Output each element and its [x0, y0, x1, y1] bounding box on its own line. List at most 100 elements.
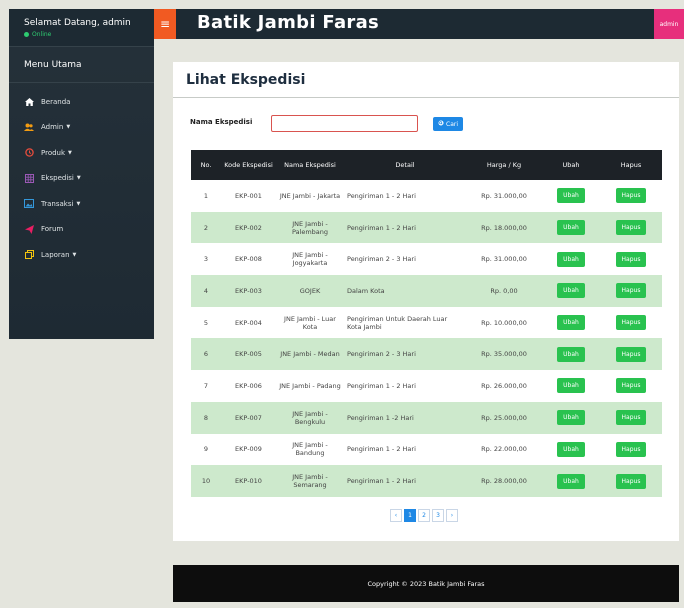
edit-button[interactable]: Ubah [557, 346, 585, 362]
user-menu-button[interactable]: admin [654, 9, 684, 39]
sidebar-item-label: Beranda [41, 97, 71, 106]
user-greeting: Selamat Datang, admin [24, 18, 131, 28]
sidebar-item-label: Ekspedisi [41, 174, 74, 183]
table-row: 7 EKP-006 JNE Jambi - Padang Pengiriman 1 -… [191, 370, 662, 402]
brand-title: Batik Jambi Faras [197, 12, 380, 33]
cell-action: Ubah [542, 401, 600, 434]
sidebar-item-transaksi[interactable]: Transaksi ▼ [9, 191, 154, 217]
delete-button[interactable]: Hapus [615, 378, 647, 394]
cell-detail: Pengiriman 1 - 2 Hari [344, 433, 466, 466]
edit-button[interactable]: Ubah [557, 251, 585, 267]
cell-nama: JNE Jambi - Bengkulu [276, 401, 344, 434]
cell-no: 10 [191, 465, 221, 497]
grid-icon [24, 173, 34, 183]
cell-action: Hapus [600, 465, 662, 497]
menu-header: Menu Utama [9, 47, 154, 83]
delete-button[interactable]: Hapus [615, 188, 647, 204]
delete-button[interactable]: Hapus [615, 220, 647, 236]
caret-down-icon: ▼ [76, 200, 81, 207]
content-box: Lihat Ekspedisi Nama Ekspedisi Cari No. … [173, 62, 679, 541]
cell-harga: Rp. 0,00 [466, 275, 542, 307]
table-row: 2 EKP-002 JNE Jambi - Palembang Pengiriman … [191, 211, 662, 244]
cell-detail: Pengiriman 1 - 2 Hari [344, 370, 466, 402]
delete-button[interactable]: Hapus [615, 473, 647, 489]
page-button-2[interactable]: 2 [418, 509, 430, 522]
cell-action: Hapus [600, 370, 662, 402]
table-row: 8 EKP-007 JNE Jambi - Bengkulu Pengiriman 1… [191, 401, 662, 434]
prev-page-button[interactable]: ‹ [390, 509, 402, 522]
sidebar-item-produk[interactable]: Produk ▼ [9, 140, 154, 166]
column-header: Harga / Kg [466, 150, 542, 180]
delete-button[interactable]: Hapus [615, 315, 647, 331]
footer: Copyright © 2023 Batik Jambi Faras [173, 565, 679, 602]
cell-detail: Pengiriman 1 - 2 Hari [344, 211, 466, 244]
edit-button[interactable]: Ubah [557, 410, 585, 426]
table-row: 5 EKP-004 JNE Jambi - Luar Kota Pengiriman … [191, 306, 662, 339]
search-input[interactable] [271, 115, 418, 132]
sidebar-item-laporan[interactable]: Laporan ▼ [9, 242, 154, 268]
delete-button[interactable]: Hapus [615, 283, 647, 299]
edit-button[interactable]: Ubah [557, 315, 585, 331]
cell-harga: Rp. 22.000,00 [466, 433, 542, 466]
page-button-1[interactable]: 1 [404, 509, 416, 522]
edit-button[interactable]: Ubah [557, 283, 585, 299]
cell-action: Ubah [542, 306, 600, 339]
table-row: 3 EKP-008 JNE Jambi - Jogyakarta Pengiriman… [191, 243, 662, 276]
cell-action: Hapus [600, 275, 662, 307]
user-status: Online [24, 31, 154, 38]
table-row: 10 EKP-010 JNE Jambi - Semarang Pengiriman … [191, 465, 662, 497]
delete-button[interactable]: Hapus [615, 346, 647, 362]
caret-down-icon: ▼ [66, 124, 71, 131]
cell-harga: Rp. 25.000,00 [466, 401, 542, 434]
column-header: Detail [344, 150, 466, 180]
cell-action: Ubah [542, 338, 600, 371]
sidebar-menu: Beranda Admin ▼ Produk ▼ Ekspedisi ▼ Tra… [9, 83, 154, 268]
cell-nama: JNE Jambi - Palembang [276, 211, 344, 244]
edit-button[interactable]: Ubah [557, 473, 585, 489]
cell-no: 7 [191, 370, 221, 402]
hamburger-icon[interactable]: ≡ [154, 9, 176, 39]
cell-kode: EKP-008 [221, 243, 276, 276]
column-header: Kode Ekspedisi [221, 150, 276, 180]
cell-detail: Pengiriman 2 - 3 Hari [344, 243, 466, 276]
caret-down-icon: ▼ [72, 251, 77, 258]
table-row: 9 EKP-009 JNE Jambi - Bandung Pengiriman 1 … [191, 433, 662, 466]
sidebar-item-forum[interactable]: Forum [9, 217, 154, 243]
cell-action: Ubah [542, 243, 600, 276]
sidebar-item-admin[interactable]: Admin ▼ [9, 115, 154, 141]
send-icon [24, 224, 34, 234]
search-button-label: Cari [446, 120, 458, 128]
top-navbar: ≡ Batik Jambi Faras admin [154, 9, 684, 39]
cell-detail: Pengiriman 1 - 2 Hari [344, 465, 466, 497]
page-button-3[interactable]: 3 [432, 509, 444, 522]
cell-no: 6 [191, 338, 221, 371]
delete-button[interactable]: Hapus [615, 251, 647, 267]
edit-button[interactable]: Ubah [557, 188, 585, 204]
sidebar-item-label: Transaksi [41, 199, 74, 208]
sidebar-item-label: Laporan [41, 250, 70, 259]
next-page-button[interactable]: › [446, 509, 458, 522]
cell-no: 2 [191, 211, 221, 244]
cell-action: Ubah [542, 275, 600, 307]
delete-button[interactable]: Hapus [615, 441, 647, 457]
edit-button[interactable]: Ubah [557, 220, 585, 236]
column-header: Hapus [600, 150, 662, 180]
sidebar-item-beranda[interactable]: Beranda [9, 89, 154, 115]
cell-action: Ubah [542, 433, 600, 466]
cell-action: Ubah [542, 180, 600, 212]
cell-action: Hapus [600, 338, 662, 371]
status-label: Online [32, 31, 52, 38]
pagination: ‹ 1 2 3 › [390, 509, 458, 522]
cell-detail: Dalam Kota [344, 275, 466, 307]
cell-kode: EKP-009 [221, 433, 276, 466]
cell-no: 3 [191, 243, 221, 276]
sidebar-item-ekspedisi[interactable]: Ekspedisi ▼ [9, 166, 154, 192]
cell-kode: EKP-003 [221, 275, 276, 307]
sidebar-item-label: Admin [41, 123, 64, 132]
delete-button[interactable]: Hapus [615, 410, 647, 426]
edit-button[interactable]: Ubah [557, 441, 585, 457]
search-button[interactable]: Cari [433, 117, 463, 131]
cell-detail: Pengiriman 2 - 3 Hari [344, 338, 466, 371]
table-header-row: No. Kode Ekspedisi Nama Ekspedisi Detail… [191, 150, 662, 180]
edit-button[interactable]: Ubah [557, 378, 585, 394]
